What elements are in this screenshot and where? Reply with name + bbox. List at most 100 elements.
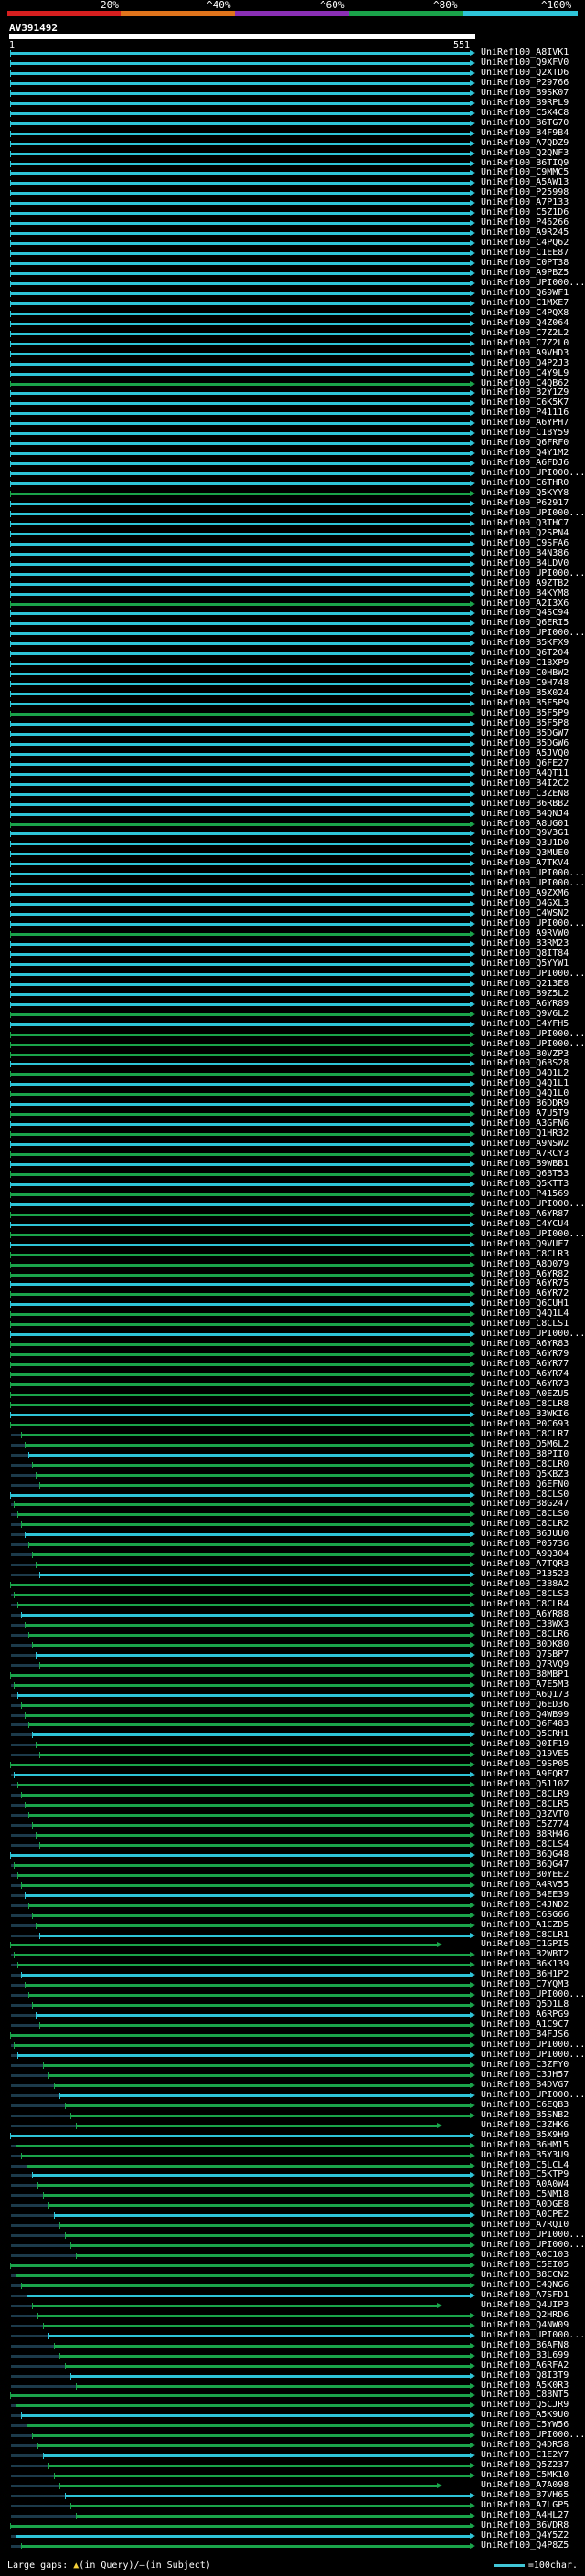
hit-end-arrow-icon — [470, 2322, 475, 2328]
hit-end-arrow-icon — [470, 1661, 475, 1668]
hit-alignment-line — [55, 2083, 470, 2087]
hit-end-arrow-icon — [470, 1602, 475, 1608]
hit-end-arrow-icon — [470, 1592, 475, 1598]
hit-end-arrow-icon — [470, 1111, 475, 1118]
hit-alignment-line — [22, 1974, 470, 1977]
scale-label: =100char. — [527, 2560, 578, 2571]
hit-start-tick — [10, 360, 11, 367]
hit-alignment-line — [33, 1913, 470, 1917]
hit-alignment-line — [11, 582, 470, 586]
hit-start-tick — [10, 1181, 11, 1188]
hit-end-arrow-icon — [470, 110, 475, 116]
hit-end-arrow-icon — [470, 950, 475, 957]
hit-end-arrow-icon — [470, 871, 475, 877]
hit-end-arrow-icon — [470, 1792, 475, 1798]
hit-end-arrow-icon — [470, 2312, 475, 2318]
hit-alignment-line — [11, 1123, 470, 1127]
hit-end-arrow-icon — [470, 491, 475, 497]
hit-alignment-line — [11, 1233, 470, 1236]
hit-end-arrow-icon — [470, 120, 475, 126]
hit-end-arrow-icon — [470, 1752, 475, 1758]
hit-start-tick — [59, 2222, 60, 2230]
hit-start-tick — [10, 140, 11, 147]
hit-start-tick — [10, 1271, 11, 1278]
hit-start-tick — [10, 861, 11, 868]
hit-start-tick — [48, 2072, 49, 2079]
hit-end-arrow-icon — [470, 1281, 475, 1288]
hit-alignment-line — [11, 1764, 470, 1767]
hit-start-tick — [10, 1051, 11, 1058]
hit-alignment-line — [11, 713, 470, 716]
hit-end-arrow-icon — [437, 2483, 442, 2489]
hit-label[interactable]: UniRef100_Q4P8Z5 — [481, 2540, 569, 2551]
hit-alignment-line — [11, 722, 470, 726]
hit-alignment-line — [11, 792, 470, 796]
hit-start-tick — [28, 1631, 29, 1638]
hit-alignment-line — [11, 392, 470, 396]
hit-end-arrow-icon — [470, 1362, 475, 1368]
hit-start-tick — [10, 610, 11, 618]
hit-end-arrow-icon — [470, 1461, 475, 1468]
hit-end-arrow-icon — [470, 170, 475, 176]
hit-alignment-line — [11, 422, 470, 426]
hit-end-arrow-icon — [470, 2172, 475, 2178]
hit-end-arrow-icon — [470, 1121, 475, 1128]
hit-alignment-line — [11, 242, 470, 246]
hit-alignment-line — [11, 332, 470, 335]
hit-start-tick — [10, 1221, 11, 1228]
hit-end-arrow-icon — [470, 1562, 475, 1568]
hit-alignment-line — [11, 542, 470, 546]
hit-start-tick — [10, 69, 11, 77]
hit-start-tick — [10, 1251, 11, 1258]
hit-unaligned-gap — [11, 2124, 77, 2127]
hit-alignment-line — [11, 1023, 470, 1026]
hit-alignment-line — [11, 1343, 470, 1347]
hit-end-arrow-icon — [470, 1621, 475, 1627]
hit-end-arrow-icon — [470, 1041, 475, 1047]
hit-start-tick — [17, 1782, 18, 1789]
hit-end-arrow-icon — [470, 2332, 475, 2338]
hit-unaligned-gap — [11, 1924, 37, 1927]
hit-start-tick — [14, 1501, 15, 1509]
hit-unaligned-gap — [11, 1934, 40, 1937]
hit-start-tick — [10, 891, 11, 898]
hit-unaligned-gap — [11, 2354, 60, 2358]
hit-alignment-line — [60, 2224, 470, 2228]
hit-end-arrow-icon — [470, 1091, 475, 1097]
hit-list: UniRef100_A8IVK1 UniRef100_Q9XFV0 UniRef10… — [0, 0, 585, 2576]
hit-alignment-line — [29, 1633, 470, 1637]
hit-end-arrow-icon — [470, 1841, 475, 1848]
hit-end-arrow-icon — [470, 560, 475, 567]
hit-alignment-line — [29, 1903, 470, 1907]
hit-row[interactable]: UniRef100_Q4P8Z5 — [0, 2540, 585, 2551]
hit-unaligned-gap — [11, 1723, 29, 1727]
hit-end-arrow-icon — [470, 780, 475, 787]
hit-unaligned-gap — [11, 2014, 37, 2018]
hit-unaligned-gap — [11, 2224, 60, 2228]
hit-start-tick — [39, 1572, 40, 1579]
hit-unaligned-gap — [11, 2344, 55, 2348]
hit-alignment-line — [11, 1373, 470, 1377]
large-gaps-label: Large gaps: — [7, 2560, 69, 2571]
hit-unaligned-gap — [11, 1473, 37, 1477]
hit-end-arrow-icon — [470, 970, 475, 977]
hit-start-tick — [10, 770, 11, 778]
hit-unaligned-gap — [11, 2454, 44, 2458]
hit-unaligned-gap — [11, 1653, 37, 1657]
hit-alignment-line — [11, 1243, 470, 1246]
hit-unaligned-gap — [11, 2063, 44, 2067]
hit-start-tick — [10, 1382, 11, 1389]
hit-unaligned-gap — [11, 2114, 71, 2117]
hit-unaligned-gap — [11, 1843, 40, 1847]
hit-alignment-line — [11, 663, 470, 666]
hit-start-tick — [10, 1331, 11, 1339]
hit-end-arrow-icon — [437, 2302, 442, 2308]
hit-alignment-line — [11, 232, 470, 236]
hit-end-arrow-icon — [470, 1141, 475, 1148]
hit-start-tick — [10, 1352, 11, 1359]
hit-alignment-line — [11, 1313, 470, 1317]
hit-end-arrow-icon — [470, 380, 475, 387]
hit-unaligned-gap — [11, 1574, 40, 1577]
hit-start-tick — [10, 280, 11, 287]
hit-alignment-line — [11, 202, 470, 206]
